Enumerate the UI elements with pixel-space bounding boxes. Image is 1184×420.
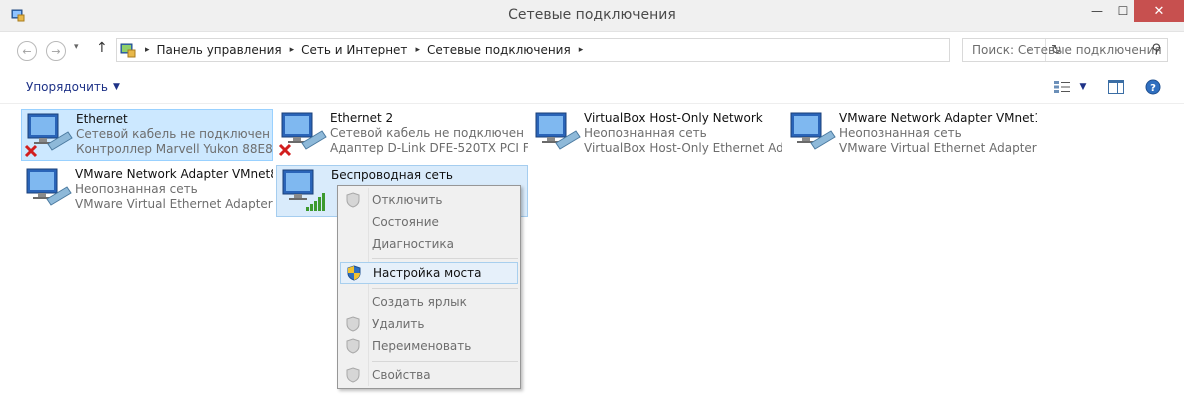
up-arrow-icon: ↑ [96,40,108,56]
close-button[interactable]: ✕ [1134,0,1184,22]
menu-item-delete[interactable]: Удалить [340,313,518,335]
menu-separator [372,288,518,289]
search-input[interactable]: Поиск: Сетевые подключения ⚲ [962,38,1168,62]
uac-shield-icon [346,192,360,208]
connection-name: VMware Network Adapter VMnet8 [75,167,273,181]
connection-device: Адаптер D-Link DFE-520TX PCI F... [330,141,528,155]
connections-list: Ethernet Сетевой кабель не подключен Кон… [0,104,1184,420]
context-menu: Отключить Состояние Диагностика Настройк… [337,185,521,389]
menu-item-properties[interactable]: Свойства [340,364,518,386]
command-bar: Упорядочить ▼ ▼ ? [0,70,1184,104]
breadcrumb-root-arrow[interactable]: ▸ [137,45,157,55]
view-options-dropdown[interactable]: ▼ [1078,78,1088,96]
connection-item-vmnet1[interactable]: VMware Network Adapter VMnet1 Неопознанн… [785,109,1037,161]
organize-menu-button[interactable]: Упорядочить ▼ [26,80,120,94]
connection-name: Ethernet 2 [330,111,394,125]
title-bar: Сетевые подключения — ☐ ✕ [0,0,1184,32]
window-title: Сетевые подключения [508,7,676,23]
menu-item-label: Диагностика [372,237,455,251]
connection-name: VirtualBox Host-Only Network [584,111,763,125]
forward-button[interactable]: → [46,41,66,61]
red-x-icon [24,144,38,158]
connection-status: Сетевой кабель не подключен [76,127,270,141]
menu-item-disable[interactable]: Отключить [340,189,518,211]
breadcrumb-network-internet[interactable]: Сеть и Интернет ▸ [301,43,427,57]
up-button[interactable]: ↑ [96,40,108,56]
connection-item-ethernet-2[interactable]: Ethernet 2 Сетевой кабель не подключен А… [276,109,528,161]
network-adapter-icon [785,109,839,159]
menu-item-bridge-connections[interactable]: Настройка моста [340,262,518,284]
back-arrow-icon: ← [22,44,32,58]
menu-item-status[interactable]: Состояние [340,211,518,233]
network-adapter-icon [276,109,330,159]
menu-item-label: Настройка моста [373,266,482,280]
control-panel-icon [120,43,136,58]
connection-name: Ethernet [76,112,128,126]
chevron-right-icon: ▸ [578,45,584,55]
close-icon: ✕ [1153,3,1165,19]
help-icon: ? [1145,79,1161,95]
search-placeholder: Поиск: Сетевые подключения [972,43,1162,57]
breadcrumb-network-connections[interactable]: Сетевые подключения ▸ [427,43,590,57]
preview-pane-icon [1108,80,1124,94]
search-icon: ⚲ [1151,42,1161,57]
network-adapter-icon [21,165,75,215]
chevron-down-icon: ▾ [74,42,79,52]
uac-shield-icon [346,316,360,332]
address-bar[interactable]: ▸ Панель управления ▸ Сеть и Интернет ▸ Се… [116,38,1062,62]
connection-status: Сетевой кабель не подключен [330,126,524,140]
help-button[interactable]: ? [1144,78,1162,96]
red-x-icon [278,143,292,157]
menu-item-create-shortcut[interactable]: Создать ярлык [340,291,518,313]
forward-arrow-icon: → [51,44,61,58]
connection-status: Неопознанная сеть [75,182,198,196]
connection-item-ethernet[interactable]: Ethernet Сетевой кабель не подключен Кон… [21,109,273,161]
menu-item-diagnose[interactable]: Диагностика [340,233,518,255]
menu-item-label: Удалить [372,317,425,331]
connection-device: VMware Virtual Ethernet Adapter ... [75,197,273,211]
back-button[interactable]: ← [17,41,37,61]
view-details-icon [1054,81,1070,93]
connection-device: VirtualBox Host-Only Ethernet Ad... [584,141,782,155]
maximize-icon: ☐ [1117,4,1129,18]
connection-device: VMware Virtual Ethernet Adapter ... [839,141,1037,155]
menu-separator [372,361,518,362]
uac-shield-icon [346,338,360,354]
uac-shield-icon [346,367,360,383]
chevron-right-icon: ▸ [289,45,295,55]
menu-item-label: Состояние [372,215,439,229]
menu-item-rename[interactable]: Переименовать [340,335,518,357]
recent-locations-button[interactable]: ▾ [74,42,79,52]
breadcrumb-control-panel[interactable]: Панель управления ▸ [157,43,302,57]
signal-bars-icon [306,193,325,211]
connection-name: Беспроводная сеть [331,168,454,182]
chevron-down-icon: ▼ [1079,82,1087,92]
uac-shield-icon [347,265,361,281]
connection-item-vmnet8[interactable]: VMware Network Adapter VMnet8 Неопознанн… [21,165,273,217]
connection-name: VMware Network Adapter VMnet1 [839,111,1037,125]
chevron-down-icon: ▼ [112,82,120,92]
navigation-bar: ← → ▾ ↑ ▸ Панель управления ▸ Сеть и Инте… [0,32,1184,70]
network-adapter-icon [22,110,76,160]
chevron-right-icon: ▸ [415,45,420,55]
menu-separator [372,258,518,259]
menu-item-label: Свойства [372,368,431,382]
connection-status: Неопознанная сеть [839,126,962,140]
connection-item-virtualbox[interactable]: VirtualBox Host-Only Network Неопознанна… [530,109,782,161]
preview-pane-button[interactable] [1107,78,1125,96]
network-adapter-icon [277,166,331,216]
change-view-button[interactable] [1052,78,1072,96]
menu-item-label: Переименовать [372,339,472,353]
svg-text:?: ? [1150,83,1156,94]
connection-device: Контроллер Marvell Yukon 88E8... [76,142,272,156]
network-adapter-icon [530,109,584,159]
minimize-icon: — [1091,4,1103,18]
organize-label: Упорядочить [26,80,108,94]
menu-item-label: Отключить [372,193,443,207]
connection-status: Неопознанная сеть [584,126,707,140]
chevron-right-icon: ▸ [145,45,150,55]
menu-item-label: Создать ярлык [372,295,467,309]
